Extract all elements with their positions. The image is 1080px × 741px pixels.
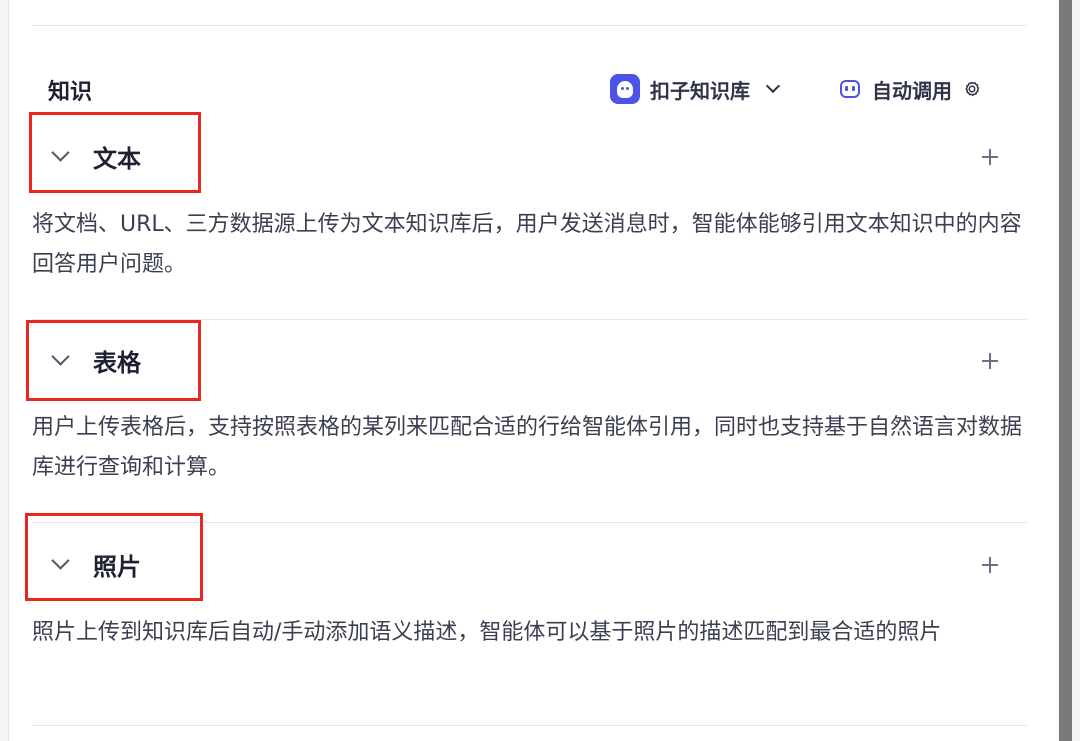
- robot-icon: [840, 80, 860, 98]
- section-title: 知识: [48, 80, 93, 105]
- highlight-box-photo: [25, 513, 203, 601]
- highlight-box-table: [26, 320, 201, 401]
- add-photo-button[interactable]: [978, 553, 1002, 577]
- scrollbar[interactable]: [1058, 0, 1080, 741]
- group-description-text: 将文档、URL、三方数据源上传为文本知识库后，用户发送消息时，智能体能够引用文本…: [32, 212, 1022, 277]
- knowledge-base-selector[interactable]: 扣子知识库: [610, 72, 781, 106]
- add-table-button[interactable]: [978, 349, 1002, 373]
- highlight-box-text: [29, 112, 201, 193]
- divider-top: [32, 25, 1027, 26]
- divider-bottom: [32, 725, 1027, 726]
- invoke-mode-selector[interactable]: 自动调用: [840, 72, 982, 106]
- group-description-table: 用户上传表格后，支持按照表格的某列来匹配合适的行给智能体引用，同时也支持基于自然…: [32, 415, 1023, 480]
- add-text-button[interactable]: [978, 145, 1002, 169]
- invoke-mode-label: 自动调用: [872, 78, 952, 103]
- coze-bot-logo-icon: [610, 74, 640, 104]
- group-description-photo: 照片上传到知识库后自动/手动添加语义描述，智能体可以基于照片的描述匹配到最合适的…: [32, 620, 942, 645]
- chevron-down-icon: [765, 78, 781, 94]
- scrollbar-thumb[interactable]: [1059, 0, 1072, 741]
- knowledge-base-label: 扣子知识库: [650, 78, 750, 103]
- gear-icon[interactable]: [962, 79, 982, 99]
